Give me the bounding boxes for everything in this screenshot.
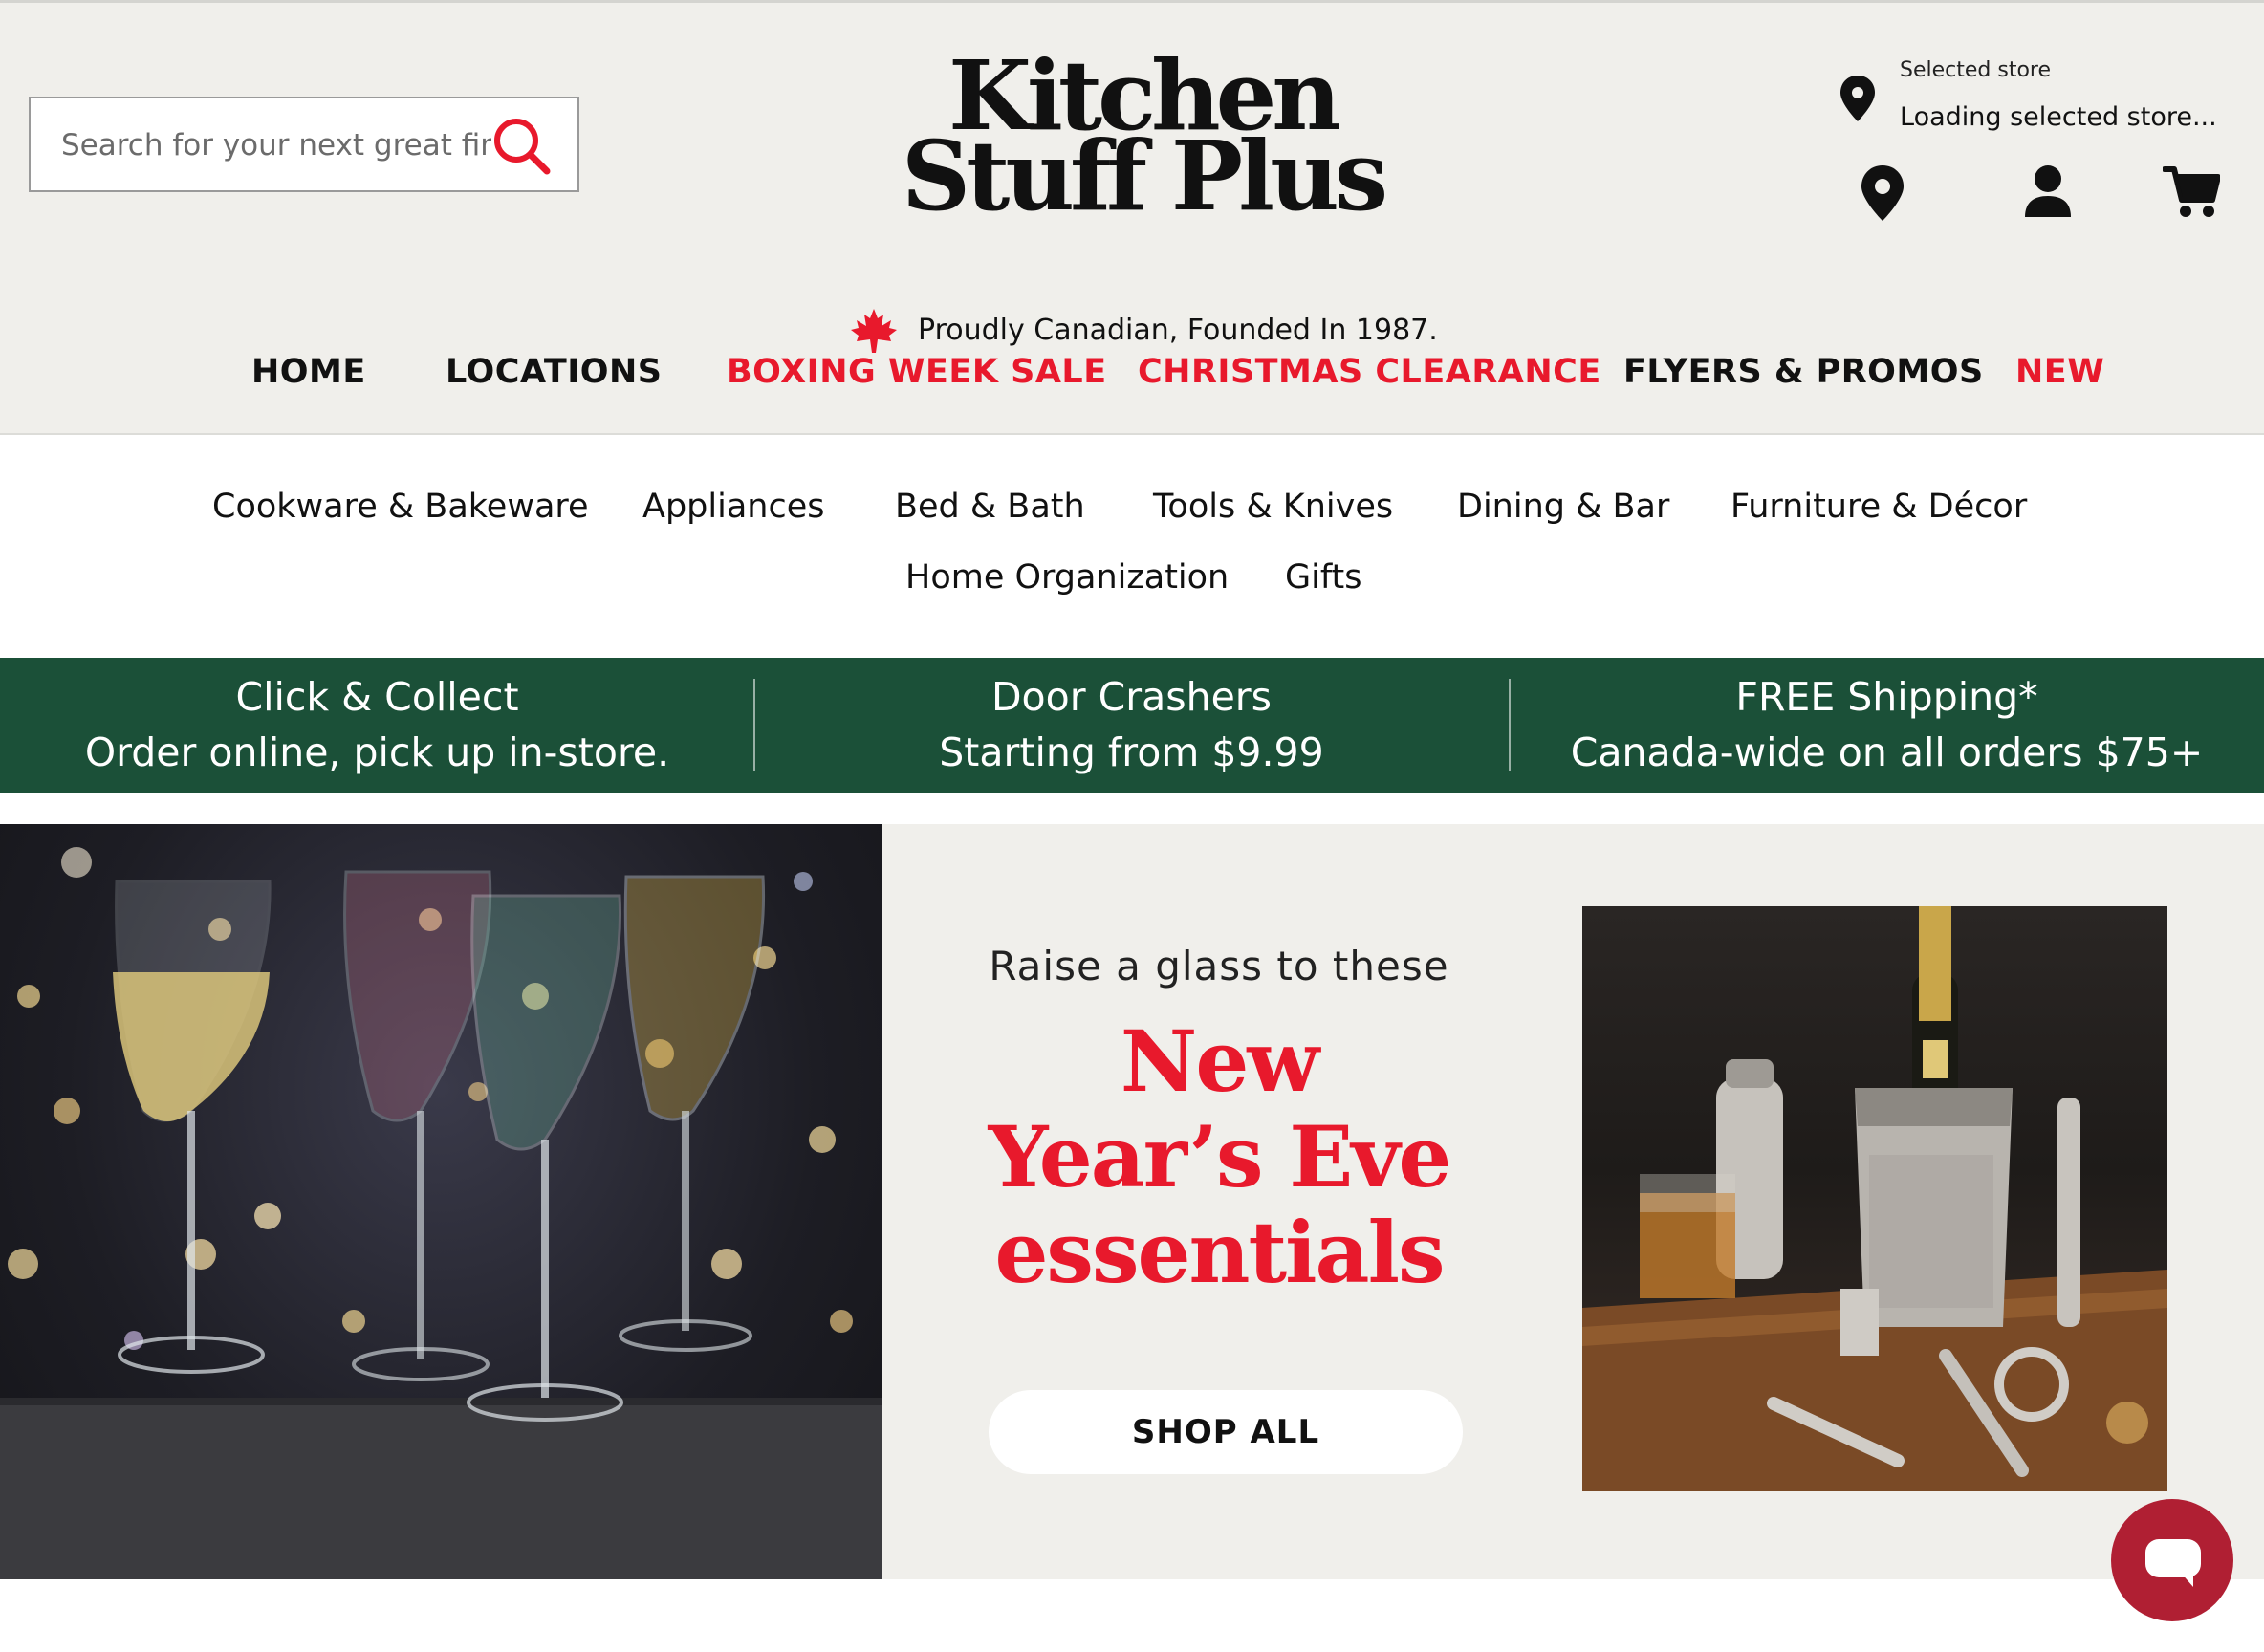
nav-christmas-clearance[interactable]: CHRISTMAS CLEARANCE [1138, 353, 1601, 391]
promo-bar: Click & Collect Order online, pick up in… [0, 658, 2264, 793]
shop-all-button[interactable]: SHOP ALL [989, 1390, 1463, 1474]
nav-locations[interactable]: LOCATIONS [446, 353, 663, 391]
promo-door-crashers[interactable]: Door Crashers Starting from $9.99 [754, 658, 1509, 793]
location-pin-icon[interactable] [1859, 163, 1916, 223]
promo-subtitle: Starting from $9.99 [939, 729, 1324, 775]
chat-bubble-tail [2180, 1572, 2193, 1587]
category-bed-bath[interactable]: Bed & Bath [895, 488, 1085, 526]
hero-headline-line-1: New [1120, 1011, 1319, 1111]
user-icon[interactable] [2023, 163, 2080, 223]
promo-subtitle: Canada-wide on all orders $75+ [1570, 729, 2204, 775]
location-pin-icon [1840, 76, 1875, 121]
category-navigation: Cookware & Bakeware Appliances Bed & Bat… [0, 435, 2264, 658]
promo-subtitle: Order online, pick up in-store. [84, 729, 670, 775]
promo-title: FREE Shipping* [1735, 674, 2038, 720]
category-dining-bar[interactable]: Dining & Bar [1457, 488, 1669, 526]
site-header: Kitchen Stuff Plus Selected store Loadin… [0, 0, 2264, 435]
maple-leaf-icon [851, 309, 897, 353]
nav-flyers-promos[interactable]: FLYERS & PROMOS [1623, 353, 1984, 391]
hero-bar-tools-image[interactable] [1582, 906, 2167, 1491]
category-cookware-bakeware[interactable]: Cookware & Bakeware [212, 488, 589, 526]
logo-line-2: Stuff Plus [901, 120, 1388, 232]
promo-free-shipping[interactable]: FREE Shipping* Canada-wide on all orders… [1510, 658, 2264, 793]
selected-store-status[interactable]: Loading selected store... [1900, 102, 2217, 132]
tagline: Proudly Canadian, Founded In 1987. [918, 314, 1438, 347]
promo-title: Door Crashers [990, 674, 1273, 720]
main-navigation: HOME LOCATIONS BOXING WEEK SALE CHRISTMA… [0, 353, 2264, 401]
category-furniture-decor[interactable]: Furniture & Décor [1731, 488, 2027, 526]
nav-boxing-week-sale[interactable]: BOXING WEEK SALE [727, 353, 1107, 391]
selected-store-label: Selected store [1900, 58, 2052, 82]
category-appliances[interactable]: Appliances [642, 488, 824, 526]
site-logo[interactable]: Kitchen Stuff Plus [899, 48, 1388, 232]
nav-new[interactable]: NEW [2015, 353, 2104, 391]
hero-headline: New Year’s Eve essentials [918, 1013, 1520, 1300]
promo-click-collect[interactable]: Click & Collect Order online, pick up in… [0, 658, 754, 793]
hero-champagne-image[interactable] [0, 824, 882, 1579]
nav-home[interactable]: HOME [251, 353, 366, 391]
category-home-organization[interactable]: Home Organization [905, 558, 1229, 597]
promo-title: Click & Collect [235, 674, 519, 720]
hero-headline-line-3: essentials [994, 1203, 1445, 1302]
search-input[interactable] [59, 118, 493, 173]
cart-icon[interactable] [2162, 163, 2221, 223]
hero-headline-line-2: Year’s Eve [988, 1107, 1452, 1206]
chat-icon[interactable] [2111, 1499, 2233, 1621]
category-tools-knives[interactable]: Tools & Knives [1153, 488, 1393, 526]
category-gifts[interactable]: Gifts [1285, 558, 1362, 597]
search-icon[interactable] [490, 114, 553, 177]
search-box [29, 97, 579, 192]
hero-intro: Raise a glass to these [989, 943, 1449, 989]
